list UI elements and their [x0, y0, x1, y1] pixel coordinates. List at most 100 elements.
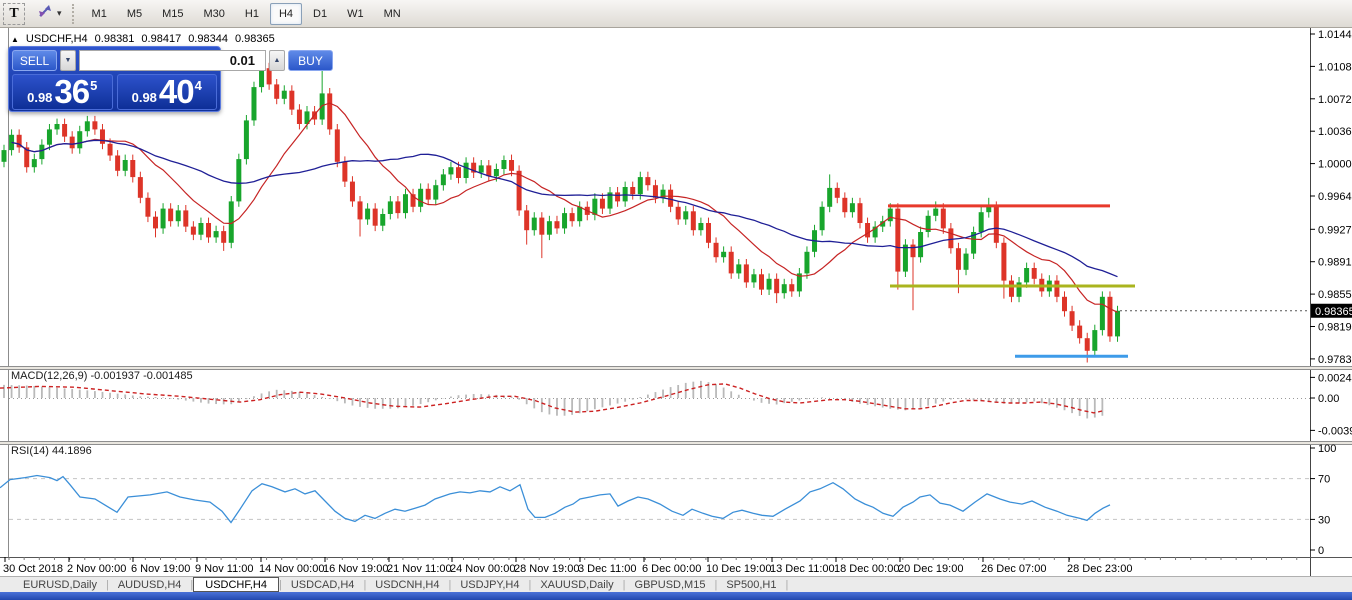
timeframe-button-mn[interactable]: MN — [375, 3, 410, 25]
chart-tab-gbpusd[interactable]: GBPUSD,M15 — [626, 579, 715, 591]
candle-body — [820, 207, 825, 230]
price-axis-label: 1.01080 — [1318, 61, 1352, 73]
volume-increase-button[interactable]: ▲ — [269, 50, 285, 71]
buy-price-button[interactable]: 0.98 40 4 — [117, 74, 218, 110]
chart-tab-xauusd[interactable]: XAUUSD,Daily — [531, 579, 622, 591]
ohlc-high: 0.98417 — [141, 33, 181, 45]
arrows-tool-button[interactable]: ▾ — [37, 3, 62, 24]
candle-body — [62, 124, 67, 137]
chart-tab-usdcad[interactable]: USDCAD,H4 — [282, 579, 364, 591]
candle-body — [676, 207, 681, 220]
candle-body — [1077, 326, 1082, 339]
candle-body — [236, 159, 241, 201]
candle-body — [615, 192, 620, 201]
time-axis-label: 21 Nov 11:00 — [387, 563, 452, 575]
macd-axis-label: 0.00 — [1318, 393, 1339, 405]
candle-body — [964, 254, 969, 270]
candle-body — [501, 160, 506, 169]
sell-price-button[interactable]: 0.98 36 5 — [12, 74, 113, 110]
candle-body — [161, 209, 166, 229]
candle-body — [1115, 311, 1120, 337]
candle-body — [751, 274, 756, 282]
top-toolbar: T ▾ M1M5M15M30H1H4D1W1MN — [0, 0, 1352, 28]
candle-body — [653, 185, 658, 198]
timeframe-button-m15[interactable]: M15 — [153, 3, 192, 25]
time-axis-label: 16 Nov 19:00 — [323, 563, 388, 575]
rsi-axis-label: 100 — [1318, 443, 1336, 455]
time-axis-label: 20 Dec 19:00 — [898, 563, 963, 575]
candle-body — [297, 110, 302, 124]
price-axis-label: 1.01440 — [1318, 29, 1352, 41]
chart-symbol-period: USDCHF,H4 — [26, 33, 88, 45]
candle-body — [108, 144, 113, 156]
candle-body — [850, 203, 855, 212]
chart-tab-usdcnh[interactable]: USDCNH,H4 — [366, 579, 448, 591]
time-axis-label: 9 Nov 11:00 — [195, 563, 254, 575]
timeframe-button-h4[interactable]: H4 — [270, 3, 302, 25]
candle-body — [2, 150, 7, 162]
candle-body — [691, 211, 696, 230]
candle-body — [289, 91, 294, 110]
timeframe-button-m1[interactable]: M1 — [83, 3, 116, 25]
text-tool-button[interactable]: T — [3, 3, 25, 25]
chart-tab-usdjpy[interactable]: USDJPY,H4 — [451, 579, 528, 591]
candle-body — [744, 264, 749, 282]
candle-body — [774, 279, 779, 293]
timeframe-button-m5[interactable]: M5 — [118, 3, 151, 25]
time-axis-label: 30 Oct 2018 — [3, 563, 63, 575]
time-axis-label: 13 Dec 11:00 — [770, 563, 835, 575]
collapse-triangle-icon[interactable]: ▲ — [11, 35, 19, 44]
candle-body — [948, 228, 953, 248]
sell-price-pip: 5 — [90, 78, 97, 93]
candle-body — [1107, 297, 1112, 337]
candle-body — [767, 279, 772, 290]
candle-body — [365, 209, 370, 220]
rsi-axis-label: 0 — [1318, 545, 1324, 557]
sell-price-main: 36 — [54, 77, 89, 107]
candle-body — [736, 264, 741, 273]
timeframe-button-w1[interactable]: W1 — [338, 3, 373, 25]
price-axis-label: 0.97830 — [1318, 354, 1352, 366]
candle-body — [39, 145, 44, 159]
macd-label: MACD(12,26,9) -0.001937 -0.001485 — [11, 370, 193, 382]
candle-body — [1062, 297, 1067, 311]
chart-tab-usdchf[interactable]: USDCHF,H4 — [193, 577, 279, 592]
volume-decrease-button[interactable]: ▼ — [60, 50, 76, 71]
chart-tab-bar: EURUSD,Daily|AUDUSD,H4|USDCHF,H4|USDCAD,… — [0, 576, 1352, 592]
timeframe-button-d1[interactable]: D1 — [304, 3, 336, 25]
candle-body — [198, 223, 203, 235]
candle-body — [1024, 268, 1029, 282]
double-arrow-icon — [37, 3, 53, 24]
volume-input[interactable] — [79, 50, 266, 71]
buy-price-main: 40 — [159, 77, 194, 107]
candle-body — [1085, 338, 1090, 351]
chart-tab-sp500[interactable]: SP500,H1 — [717, 579, 785, 591]
candle-body — [600, 199, 605, 209]
price-axis-label: 1.00360 — [1318, 126, 1352, 138]
buy-button[interactable]: BUY — [288, 50, 333, 71]
candle-body — [426, 189, 431, 200]
candle-body — [92, 121, 97, 129]
chart-tab-audusd[interactable]: AUDUSD,H4 — [109, 579, 191, 591]
sell-button[interactable]: SELL — [12, 50, 57, 71]
timeframe-toolbar: M1M5M15M30H1H4D1W1MN — [83, 3, 412, 25]
candle-body — [577, 207, 582, 221]
candle-body — [1054, 281, 1059, 297]
candle-body — [145, 198, 150, 217]
chart-tab-eurusd[interactable]: EURUSD,Daily — [14, 579, 106, 591]
buy-price-pip: 4 — [195, 78, 202, 93]
candle-body — [55, 124, 60, 129]
timeframe-button-m30[interactable]: M30 — [195, 3, 234, 25]
time-axis-label: 28 Dec 23:00 — [1067, 563, 1132, 575]
candle-body — [206, 223, 211, 237]
candle-body — [1100, 297, 1105, 330]
candle-body — [282, 91, 287, 99]
toolbar-grip[interactable] — [72, 4, 74, 24]
ohlc-open: 0.98381 — [95, 33, 135, 45]
candle-body — [903, 245, 908, 272]
macd-axis-label: 0.002492 — [1318, 372, 1352, 384]
chart-header: ▲ USDCHF,H4 0.98381 0.98417 0.98344 0.98… — [11, 33, 275, 45]
time-axis-label: 10 Dec 19:00 — [706, 563, 771, 575]
timeframe-button-h1[interactable]: H1 — [236, 3, 268, 25]
candle-body — [532, 218, 537, 231]
